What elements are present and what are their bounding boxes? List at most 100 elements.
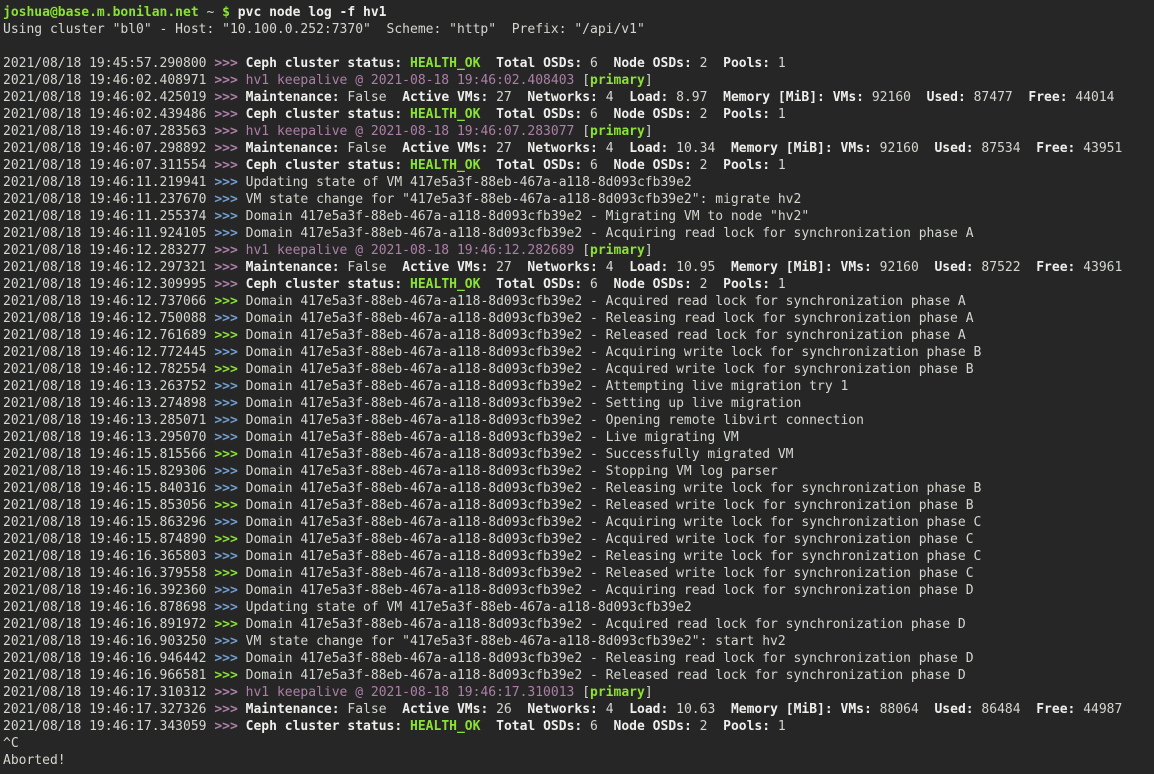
log-output: 2021/08/18 19:45:57.290800 >>> Ceph clus… [3,55,1154,735]
log-segment: 87534 [974,141,1037,156]
log-timestamp: 2021/08/18 19:46:17.343059 [3,719,214,734]
log-line: 2021/08/18 19:46:16.365803 >>> Domain 41… [3,548,1154,565]
log-timestamp: 2021/08/18 19:46:11.924105 [3,226,214,241]
log-level-marker: >>> [214,430,245,445]
log-line: 2021/08/18 19:46:16.966581 >>> Domain 41… [3,667,1154,684]
log-line: 2021/08/18 19:46:15.863296 >>> Domain 41… [3,514,1154,531]
log-segment: VMs: [833,90,864,105]
log-timestamp: 2021/08/18 19:46:11.237670 [3,192,214,207]
log-line: 2021/08/18 19:46:15.815566 >>> Domain 41… [3,446,1154,463]
log-timestamp: 2021/08/18 19:46:17.327326 [3,702,214,717]
command-text: pvc node log -f hv1 [238,5,387,20]
log-timestamp: 2021/08/18 19:46:16.878698 [3,600,214,615]
log-line: 2021/08/18 19:46:16.903250 >>> VM state … [3,633,1154,650]
log-segment: Domain 417e5a3f-88eb-467a-a118-8d093cfb3… [246,294,966,309]
log-segment: 2 [692,158,723,173]
log-segment: Node OSDs: [614,277,692,292]
log-segment: Domain 417e5a3f-88eb-467a-a118-8d093cfb3… [246,396,802,411]
blank-line [3,38,1154,55]
log-segment: Node OSDs: [614,56,692,71]
log-segment: Maintenance: [246,90,340,105]
prompt-cwd: ~ [199,5,222,20]
log-segment: 2 [692,719,723,734]
log-segment: Ceph cluster status: [246,56,403,71]
log-segment: Active VMs: [402,141,488,156]
log-segment: Domain 417e5a3f-88eb-467a-a118-8d093cfb3… [246,447,794,462]
log-segment: 4 [598,141,629,156]
log-timestamp: 2021/08/18 19:46:12.761689 [3,328,214,343]
log-segment: 4 [598,702,629,717]
log-level-marker: >>> [214,685,245,700]
log-level-marker: >>> [214,328,245,343]
log-line: 2021/08/18 19:46:16.946442 >>> Domain 41… [3,650,1154,667]
log-timestamp: 2021/08/18 19:46:16.891972 [3,617,214,632]
log-level-marker: >>> [214,413,245,428]
log-segment: Memory [MiB]: [731,141,833,156]
log-segment: Networks: [527,141,597,156]
aborted-line: Aborted! [3,752,1154,769]
log-timestamp: 2021/08/18 19:46:13.285071 [3,413,214,428]
log-level-marker: >>> [214,447,245,462]
log-level-marker: >>> [214,498,245,513]
log-segment: hv1 keepalive @ 2021-08-18 19:46:12.2826… [246,243,575,258]
log-segment: 44987 [1075,702,1122,717]
log-timestamp: 2021/08/18 19:46:12.297321 [3,260,214,275]
log-line: 2021/08/18 19:46:12.297321 >>> Maintenan… [3,259,1154,276]
cluster-info-line: Using cluster "bl0" - Host: "10.100.0.25… [3,21,1154,38]
log-line: 2021/08/18 19:46:15.853056 >>> Domain 41… [3,497,1154,514]
log-segment: 6 [582,719,613,734]
log-segment: Load: [629,141,668,156]
terminal-window[interactable]: joshua@base.m.bonilan.net ~ $pvc node lo… [0,0,1154,774]
log-segment: Pools: [723,719,770,734]
log-timestamp: 2021/08/18 19:46:02.408971 [3,73,214,88]
log-line: 2021/08/18 19:46:12.283277 >>> hv1 keepa… [3,242,1154,259]
log-level-marker: >>> [214,277,245,292]
log-segment: Load: [629,702,668,717]
log-segment: Pools: [723,107,770,122]
log-segment: Updating state of VM 417e5a3f-88eb-467a-… [246,175,692,190]
log-segment: hv1 keepalive @ 2021-08-18 19:46:17.3100… [246,685,575,700]
log-segment: 43961 [1075,260,1122,275]
log-timestamp: 2021/08/18 19:46:07.298892 [3,141,214,156]
log-segment: VM state change for "417e5a3f-88eb-467a-… [246,634,786,649]
log-segment: 1 [770,158,786,173]
log-line: 2021/08/18 19:46:17.327326 >>> Maintenan… [3,701,1154,718]
log-timestamp: 2021/08/18 19:46:16.966581 [3,668,214,683]
log-timestamp: 2021/08/18 19:45:57.290800 [3,56,214,71]
log-segment: Active VMs: [402,702,488,717]
log-segment: Domain 417e5a3f-88eb-467a-a118-8d093cfb3… [246,617,966,632]
log-timestamp: 2021/08/18 19:46:16.365803 [3,549,214,564]
log-line: 2021/08/18 19:46:12.761689 >>> Domain 41… [3,327,1154,344]
log-segment: 26 [488,702,527,717]
log-level-marker: >>> [214,566,245,581]
log-timestamp: 2021/08/18 19:46:02.439486 [3,107,214,122]
log-segment [833,702,841,717]
log-segment: primary [590,685,645,700]
log-segment: Free: [1028,90,1067,105]
log-segment: 4 [598,90,629,105]
log-timestamp: 2021/08/18 19:46:16.392360 [3,583,214,598]
log-segment: 92160 [872,260,935,275]
log-level-marker: >>> [214,73,245,88]
log-segment: Node OSDs: [614,107,692,122]
log-level-marker: >>> [214,56,245,71]
log-timestamp: 2021/08/18 19:46:12.750088 [3,311,214,326]
log-level-marker: >>> [214,141,245,156]
log-segment: primary [590,124,645,139]
log-timestamp: 2021/08/18 19:46:16.379558 [3,566,214,581]
log-segment [480,158,496,173]
log-level-marker: >>> [214,243,245,258]
log-segment: Node OSDs: [614,719,692,734]
log-segment: Active VMs: [402,260,488,275]
log-segment [833,260,841,275]
log-segment: Domain 417e5a3f-88eb-467a-a118-8d093cfb3… [246,362,974,377]
log-segment: Maintenance: [246,141,340,156]
log-segment: HEALTH_OK [410,719,480,734]
log-segment: [ [574,243,590,258]
log-segment: Pools: [723,158,770,173]
log-segment: 92160 [872,141,935,156]
log-line: 2021/08/18 19:46:16.891972 >>> Domain 41… [3,616,1154,633]
log-timestamp: 2021/08/18 19:46:15.840316 [3,481,214,496]
log-level-marker: >>> [214,515,245,530]
log-segment: Domain 417e5a3f-88eb-467a-a118-8d093cfb3… [246,583,974,598]
